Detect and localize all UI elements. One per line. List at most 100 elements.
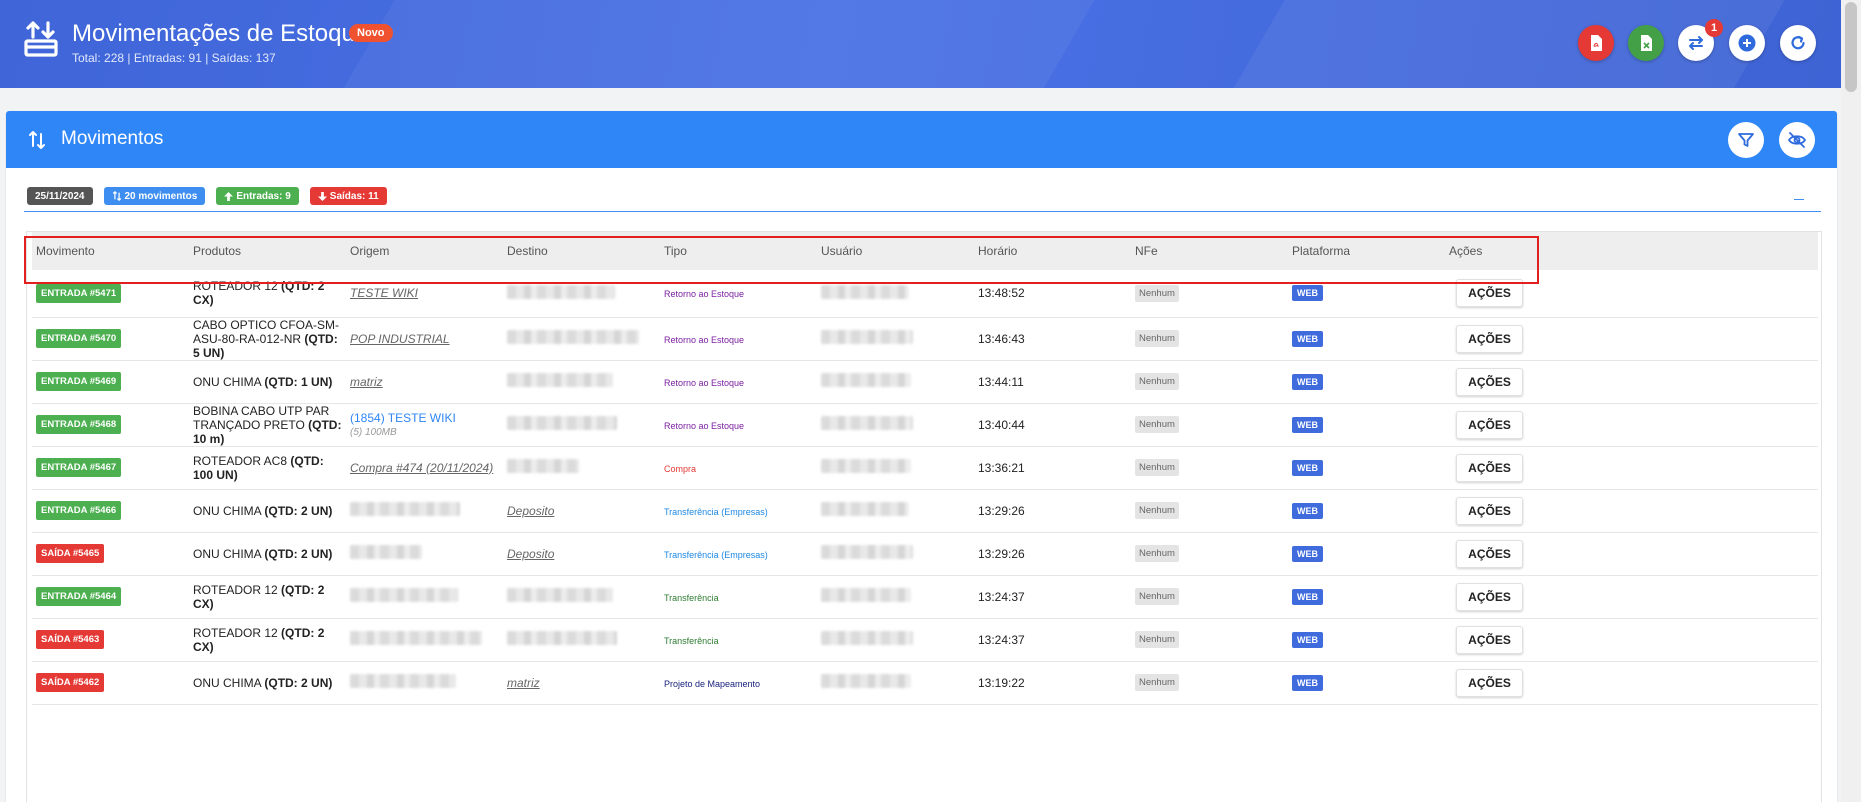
destination-cell: Deposito: [503, 532, 660, 576]
actions-button[interactable]: AÇÕES: [1456, 453, 1523, 482]
movements-table-container: Movimento Produtos Origem Destino Tipo Usuári…: [26, 231, 1822, 802]
origin-link[interactable]: matriz: [350, 375, 503, 389]
refresh-icon: [1791, 35, 1805, 50]
nfe-badge: Nenhum: [1135, 330, 1179, 347]
movement-badge[interactable]: SAÍDA #5465: [36, 544, 105, 563]
type-cell: Compra: [660, 446, 817, 490]
table-row[interactable]: SAÍDA #5463 ROTEADOR 12 (QTD: 2 CX) Transf…: [32, 618, 1818, 662]
actions-cell: AÇÕES: [1445, 575, 1818, 619]
actions-button[interactable]: AÇÕES: [1456, 625, 1523, 654]
nfe-badge: Nenhum: [1135, 502, 1179, 519]
origin-link[interactable]: Compra #474 (20/11/2024): [350, 461, 503, 475]
filter-button[interactable]: [1728, 122, 1764, 158]
destination-link[interactable]: Deposito: [507, 547, 554, 561]
platform-cell: WEB: [1288, 618, 1445, 662]
origin-link[interactable]: (1854) TESTE WIKI: [350, 411, 503, 425]
table-row[interactable]: ENTRADA #5469 ONU CHIMA (QTD: 1 UN) matriz…: [32, 360, 1818, 404]
actions-cell: AÇÕES: [1445, 403, 1818, 447]
movement-badge[interactable]: SAÍDA #5463: [36, 630, 105, 649]
redacted-user: [821, 416, 913, 430]
scrollbar-thumb[interactable]: [1845, 2, 1857, 92]
table-row[interactable]: ENTRADA #5466 ONU CHIMA (QTD: 2 UN) Deposi…: [32, 489, 1818, 533]
redacted-user: [821, 588, 911, 602]
movement-badge[interactable]: ENTRADA #5470: [36, 329, 122, 348]
movement-badge[interactable]: ENTRADA #5464: [36, 587, 122, 606]
movement-cell: SAÍDA #5465: [32, 532, 189, 576]
movements-panel: Movimentos 25/11/2024 20 movimentos Entr…: [6, 111, 1837, 802]
new-badge: Novo: [349, 24, 393, 42]
arrow-up-icon: [224, 191, 234, 201]
export-spreadsheet-button[interactable]: [1628, 25, 1664, 61]
table-row[interactable]: SAÍDA #5465 ONU CHIMA (QTD: 2 UN) Deposito…: [32, 532, 1818, 576]
movement-time: 13:19:22: [978, 675, 1025, 690]
actions-cell: AÇÕES: [1445, 618, 1818, 662]
actions-button[interactable]: AÇÕES: [1456, 582, 1523, 611]
movement-badge[interactable]: ENTRADA #5466: [36, 501, 122, 520]
user-cell: [817, 575, 974, 619]
movement-type: Transferência: [664, 592, 719, 603]
add-movement-button[interactable]: [1729, 25, 1765, 61]
origin-link[interactable]: TESTE WIKI: [350, 286, 503, 300]
movement-badge[interactable]: SAÍDA #5462: [36, 673, 105, 692]
user-cell: [817, 317, 974, 361]
actions-button[interactable]: AÇÕES: [1456, 668, 1523, 697]
product-cell: ONU CHIMA (QTD: 2 UN): [189, 661, 346, 705]
actions-button[interactable]: AÇÕES: [1456, 496, 1523, 525]
nfe-cell: Nenhum: [1131, 532, 1288, 576]
product-cell: ROTEADOR 12 (QTD: 2 CX): [189, 618, 346, 662]
platform-badge: WEB: [1292, 674, 1323, 691]
export-pdf-button[interactable]: [1578, 25, 1614, 61]
actions-button[interactable]: AÇÕES: [1456, 410, 1523, 439]
movement-time: 13:46:43: [978, 331, 1025, 346]
page-title: Movimentações de Estoque: [72, 20, 369, 47]
destination-cell: [503, 403, 660, 447]
table-row[interactable]: ENTRADA #5467 ROTEADOR AC8 (QTD: 100 UN) C…: [32, 446, 1818, 490]
product-name: ROTEADOR 12: [193, 582, 278, 597]
refresh-button[interactable]: [1780, 25, 1816, 61]
destination-link[interactable]: matriz: [507, 676, 540, 690]
transfer-icon: [1689, 36, 1703, 50]
origin-subtext: (5) 100MB: [350, 427, 397, 438]
sort-arrows-icon: [26, 129, 48, 151]
origin-cell: [346, 618, 503, 662]
platform-cell: WEB: [1288, 446, 1445, 490]
origin-link[interactable]: POP INDUSTRIAL: [350, 332, 503, 346]
page-header: Movimentações de Estoque Novo Total: 228…: [0, 0, 1841, 88]
redacted-user: [821, 373, 911, 387]
redacted-origin: [350, 588, 458, 602]
collapse-toggle[interactable]: [1794, 192, 1804, 200]
nfe-cell: Nenhum: [1131, 575, 1288, 619]
page-scrollbar[interactable]: [1841, 0, 1861, 802]
time-cell: 13:44:11: [974, 360, 1131, 404]
table-row[interactable]: SAÍDA #5462 ONU CHIMA (QTD: 2 UN) matriz Pr…: [32, 661, 1818, 705]
page-summary: Total: 228 | Entradas: 91 | Saídas: 137: [72, 51, 276, 65]
platform-cell: WEB: [1288, 403, 1445, 447]
movement-cell: ENTRADA #5468: [32, 403, 189, 447]
panel-title: Movimentos: [61, 128, 164, 149]
actions-button[interactable]: AÇÕES: [1456, 367, 1523, 396]
type-cell: Projeto de Mapeamento: [660, 661, 817, 705]
actions-button[interactable]: AÇÕES: [1456, 539, 1523, 568]
table-row[interactable]: ENTRADA #5470 CABO OPTICO CFOA-SM-ASU-80-…: [32, 317, 1818, 361]
time-cell: 13:29:26: [974, 532, 1131, 576]
movement-badge[interactable]: ENTRADA #5467: [36, 458, 122, 477]
destination-cell: Deposito: [503, 489, 660, 533]
platform-cell: WEB: [1288, 661, 1445, 705]
destination-cell: [503, 618, 660, 662]
movement-badge[interactable]: ENTRADA #5471: [36, 283, 122, 303]
destination-link[interactable]: Deposito: [507, 504, 554, 518]
nfe-badge: Nenhum: [1135, 373, 1179, 390]
platform-badge: WEB: [1292, 631, 1323, 648]
platform-cell: WEB: [1288, 532, 1445, 576]
actions-button[interactable]: AÇÕES: [1456, 324, 1523, 353]
product-quantity: (QTD: 2 UN): [264, 675, 333, 690]
eye-off-icon: [1787, 132, 1807, 148]
movement-time: 13:40:44: [978, 417, 1025, 432]
movement-cell: ENTRADA #5469: [32, 360, 189, 404]
movement-badge[interactable]: ENTRADA #5469: [36, 372, 122, 391]
table-row[interactable]: ENTRADA #5468 BOBINA CABO UTP PAR TRANÇAD…: [32, 403, 1818, 447]
hide-columns-button[interactable]: [1779, 122, 1815, 158]
movement-badge[interactable]: ENTRADA #5468: [36, 415, 122, 434]
table-row[interactable]: ENTRADA #5464 ROTEADOR 12 (QTD: 2 CX) Tran…: [32, 575, 1818, 619]
actions-cell: AÇÕES: [1445, 360, 1818, 404]
